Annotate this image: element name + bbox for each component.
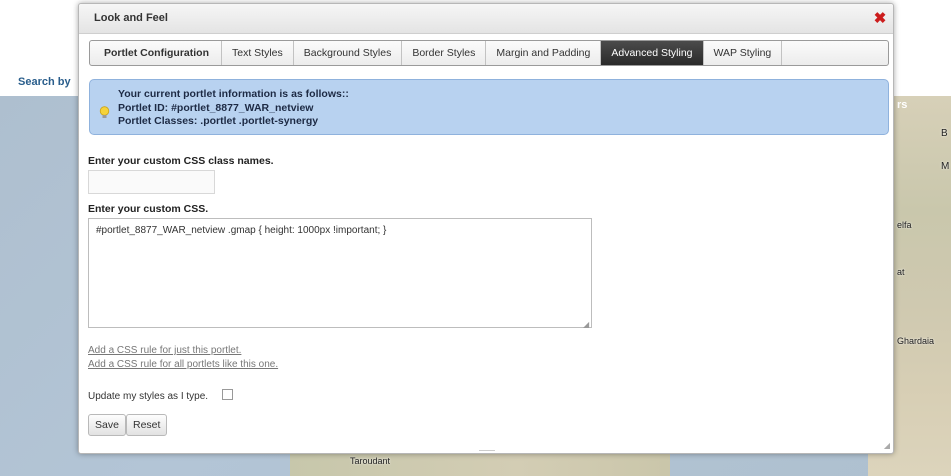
search-by-link[interactable]: Search by xyxy=(18,76,71,88)
add-rule-this-portlet-link[interactable]: Add a CSS rule for just this portlet. xyxy=(88,345,241,356)
lightbulb-icon xyxy=(99,106,110,118)
look-and-feel-dialog: Look and Feel ✖ Portlet Configuration Te… xyxy=(78,3,894,454)
map-label-taroudant: Taroudant xyxy=(350,456,391,466)
tab-background-styles[interactable]: Background Styles xyxy=(294,41,403,65)
dialog-drag-handle[interactable] xyxy=(479,450,495,453)
map-label-at: at xyxy=(897,267,905,277)
tab-wap-styling[interactable]: WAP Styling xyxy=(704,41,783,65)
map-label-elfa: elfa xyxy=(897,220,912,230)
map-label-m: M xyxy=(941,161,950,172)
dialog-title: Look and Feel xyxy=(94,12,168,24)
portlet-classes-text: Portlet Classes: .portlet .portlet-syner… xyxy=(118,115,319,127)
tab-text-styles[interactable]: Text Styles xyxy=(222,41,294,65)
tab-margin-and-padding[interactable]: Margin and Padding xyxy=(486,41,602,65)
update-styles-label: Update my styles as I type. xyxy=(88,391,209,402)
custom-css-textarea[interactable] xyxy=(88,218,592,328)
custom-css-label: Enter your custom CSS. xyxy=(88,203,209,215)
css-class-names-input[interactable] xyxy=(88,170,215,194)
dialog-titlebar[interactable]: Look and Feel ✖ xyxy=(79,4,893,34)
tab-portlet-configuration[interactable]: Portlet Configuration xyxy=(90,41,222,65)
map-label-b: B xyxy=(941,128,948,139)
tab-border-styles[interactable]: Border Styles xyxy=(402,41,487,65)
portlet-info-box: Your current portlet information is as f… xyxy=(89,79,889,135)
save-button[interactable]: Save xyxy=(88,414,126,436)
reset-button[interactable]: Reset xyxy=(126,414,168,436)
portlet-id-text: Portlet ID: #portlet_8877_WAR_netview xyxy=(118,101,314,114)
tab-bar: Portlet Configuration Text Styles Backgr… xyxy=(89,40,889,66)
info-heading: Your current portlet information is as f… xyxy=(118,88,349,100)
css-class-names-label: Enter your custom CSS class names. xyxy=(88,155,274,167)
map-label-ghardaia: Ghardaia xyxy=(897,336,935,346)
map-label-rs: rs xyxy=(897,99,908,111)
add-rule-all-portlets-link[interactable]: Add a CSS rule for all portlets like thi… xyxy=(88,359,278,370)
tab-advanced-styling[interactable]: Advanced Styling xyxy=(601,41,704,65)
close-icon[interactable]: ✖ xyxy=(873,11,887,26)
dialog-resize-icon[interactable]: ◢ xyxy=(884,441,890,450)
update-styles-checkbox[interactable] xyxy=(222,389,233,400)
resize-grip-icon[interactable]: ◢ xyxy=(583,320,589,329)
